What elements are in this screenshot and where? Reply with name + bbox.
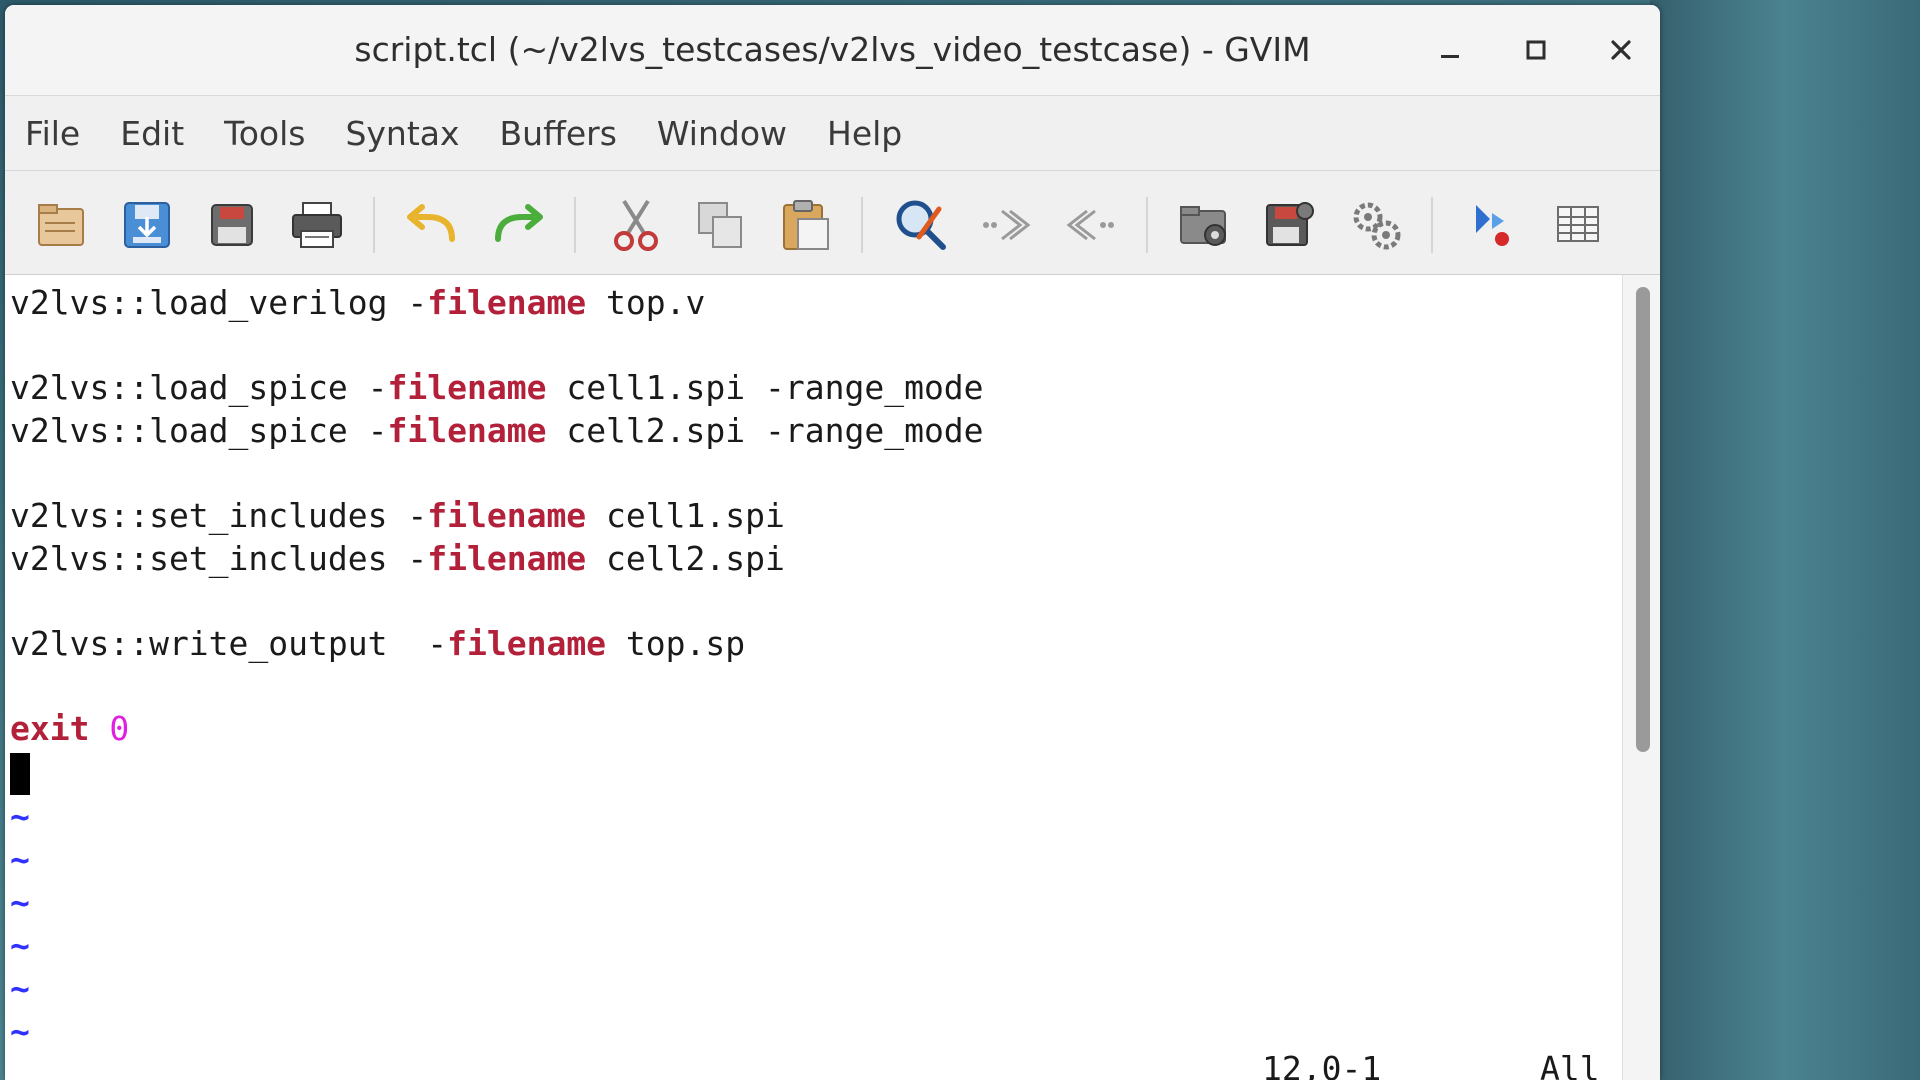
- menu-bar: File Edit Tools Syntax Buffers Window He…: [5, 96, 1660, 171]
- redo-button[interactable]: [490, 197, 546, 253]
- redo-icon: [495, 204, 543, 242]
- run-script-icon: [1353, 202, 1401, 250]
- vertical-scrollbar[interactable]: [1622, 275, 1660, 1080]
- cut-button[interactable]: [608, 197, 664, 253]
- tags-button[interactable]: [1550, 197, 1606, 253]
- gvim-window: script.tcl (~/v2lvs_testcases/v2lvs_vide…: [5, 5, 1660, 1080]
- toolbar-separator: [574, 197, 576, 253]
- undo-icon: [407, 204, 455, 242]
- code-line-exit: exit 0: [10, 709, 130, 748]
- maximize-button[interactable]: [1513, 27, 1559, 73]
- menu-help[interactable]: Help: [807, 114, 922, 153]
- empty-line-marker: ~: [10, 969, 30, 1008]
- window-title: script.tcl (~/v2lvs_testcases/v2lvs_vide…: [354, 30, 1311, 69]
- menu-file[interactable]: File: [5, 114, 100, 153]
- run-script-button[interactable]: [1348, 197, 1404, 253]
- code-line: v2lvs::write_output -filename top.sp: [10, 624, 746, 663]
- open-button[interactable]: [33, 197, 89, 253]
- find-prev-button[interactable]: [1063, 197, 1119, 253]
- save-all-button[interactable]: [204, 197, 260, 253]
- find-next-button[interactable]: [978, 197, 1034, 253]
- code-line: v2lvs::set_includes -filename cell1.spi: [10, 496, 785, 535]
- scroll-position: All: [1540, 1049, 1600, 1080]
- empty-line-marker: ~: [10, 926, 30, 965]
- undo-button[interactable]: [404, 197, 460, 253]
- menu-edit[interactable]: Edit: [100, 114, 204, 153]
- find-prev-icon: [1066, 209, 1114, 241]
- copy-icon: [698, 202, 742, 248]
- find-replace-icon: [896, 200, 946, 250]
- close-button[interactable]: [1598, 27, 1644, 73]
- empty-line-marker: ~: [10, 883, 30, 922]
- toolbar-separator: [1431, 197, 1433, 253]
- menu-buffers[interactable]: Buffers: [480, 114, 637, 153]
- code-line: v2lvs::load_verilog -filename top.v: [10, 283, 706, 322]
- find-replace-button[interactable]: [893, 197, 949, 253]
- empty-line-marker: ~: [10, 797, 30, 836]
- save-session-button[interactable]: [1263, 197, 1319, 253]
- text-editor-area[interactable]: v2lvs::load_verilog -filename top.v v2lv…: [5, 275, 1622, 1080]
- maximize-icon: [1526, 40, 1546, 60]
- save-session-icon: [1266, 202, 1314, 246]
- desktop-background: [1650, 0, 1920, 1080]
- close-icon: [1611, 40, 1631, 60]
- code-line: v2lvs::set_includes -filename cell2.spi: [10, 539, 785, 578]
- text-cursor: [10, 753, 30, 795]
- print-icon: [292, 202, 342, 248]
- toolbar-separator: [373, 197, 375, 253]
- print-button[interactable]: [289, 197, 345, 253]
- scrollbar-thumb[interactable]: [1636, 287, 1650, 752]
- empty-line-marker: ~: [10, 840, 30, 879]
- empty-line-marker: ~: [10, 1012, 30, 1051]
- save-button[interactable]: [119, 197, 175, 253]
- make-button[interactable]: [1464, 197, 1520, 253]
- menu-window[interactable]: Window: [637, 114, 807, 153]
- cut-icon: [614, 199, 658, 251]
- menu-syntax[interactable]: Syntax: [325, 114, 479, 153]
- paste-icon: [783, 200, 829, 250]
- title-bar[interactable]: script.tcl (~/v2lvs_testcases/v2lvs_vide…: [5, 5, 1660, 96]
- menu-tools[interactable]: Tools: [204, 114, 325, 153]
- open-icon: [38, 204, 84, 246]
- minimize-button[interactable]: [1427, 27, 1473, 73]
- toolbar-separator: [861, 197, 863, 253]
- save-all-icon: [211, 204, 253, 246]
- code-line: v2lvs::load_spice -filename cell2.spi -r…: [10, 411, 984, 450]
- toolbar: [5, 171, 1660, 275]
- paste-button[interactable]: [778, 197, 834, 253]
- make-icon: [1476, 205, 1509, 246]
- code-line: v2lvs::load_spice -filename cell1.spi -r…: [10, 368, 984, 407]
- copy-button[interactable]: [693, 197, 749, 253]
- find-next-icon: [983, 209, 1031, 241]
- cursor-position: 12,0-1: [1262, 1049, 1382, 1080]
- tags-icon: [1557, 206, 1599, 242]
- toolbar-separator: [1146, 197, 1148, 253]
- load-session-button[interactable]: [1177, 197, 1233, 253]
- minimize-icon: [1441, 55, 1459, 58]
- save-icon: [124, 202, 170, 248]
- load-session-icon: [1180, 206, 1226, 246]
